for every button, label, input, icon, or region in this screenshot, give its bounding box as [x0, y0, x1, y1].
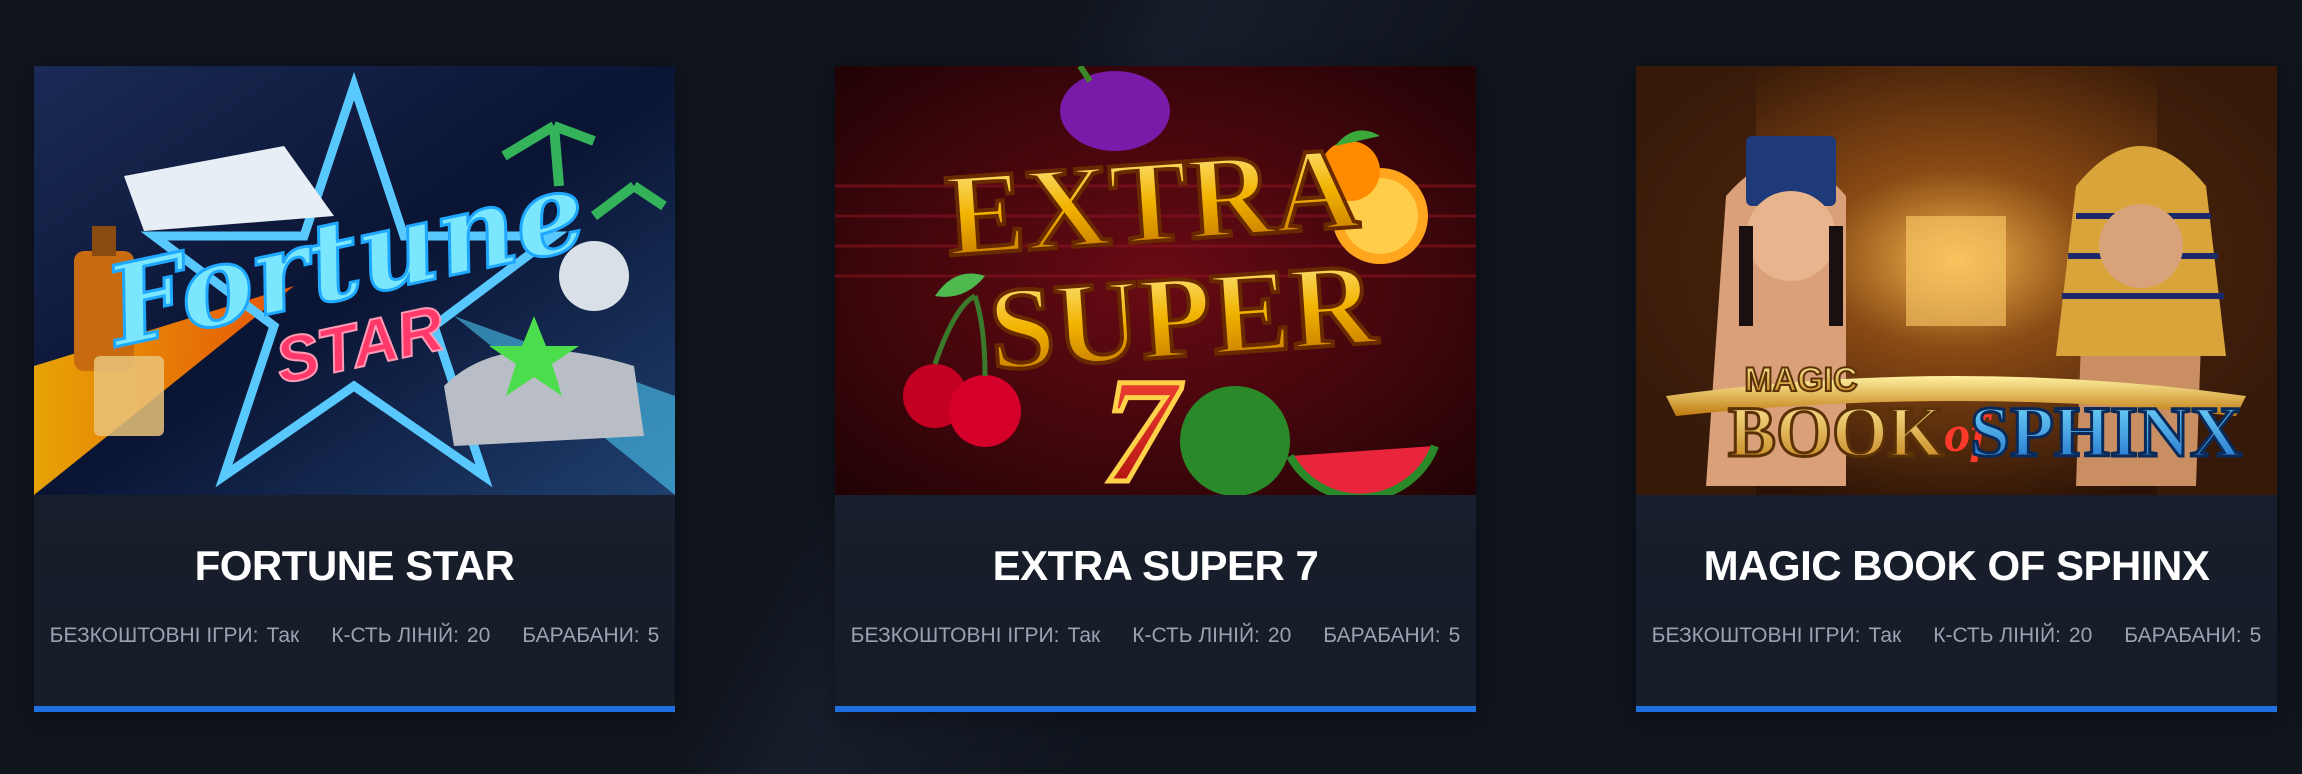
- meta-free-games: БЕЗКОШТОВНІ ІГРИ: Так: [34, 624, 315, 648]
- game-meta: БЕЗКОШТОВНІ ІГРИ: Так К-СТЬ ЛІНІЙ: 20 БАРА…: [1636, 623, 2277, 649]
- meta-free-games: БЕЗКОШТОВНІ ІГРИ: Так: [1636, 624, 1917, 648]
- meta-label: К-СТЬ ЛІНІЙ:: [1933, 624, 2061, 647]
- meta-value: 5: [1448, 624, 1461, 647]
- meta-label: К-СТЬ ЛІНІЙ:: [1132, 624, 1260, 647]
- game-card-magic-book-of-sphinx[interactable]: MAGIC BOOK of SPHINX MAGIC BOOK OF SPHIN…: [1636, 66, 2277, 712]
- meta-label: БАРАБАНИ:: [1323, 624, 1441, 647]
- art-logo-text: BOOK: [1728, 392, 1944, 472]
- art-logo-number: 7: [1103, 348, 1183, 495]
- meta-value: Так: [266, 624, 300, 647]
- meta-value: 20: [1267, 624, 1292, 647]
- meta-value: 20: [466, 624, 491, 647]
- meta-label: БАРАБАНИ:: [522, 624, 640, 647]
- card-accent-bar: [34, 706, 675, 712]
- game-meta: БЕЗКОШТОВНІ ІГРИ: Так К-СТЬ ЛІНІЙ: 20 БАРА…: [835, 623, 1476, 649]
- meta-free-games: БЕЗКОШТОВНІ ІГРИ: Так: [835, 624, 1116, 648]
- art-logo-subtext: SPHINX: [1970, 392, 2242, 472]
- game-title[interactable]: EXTRA SUPER 7: [835, 495, 1476, 601]
- game-title[interactable]: FORTUNE STAR: [34, 495, 675, 601]
- art-logo-subtext: SUPER: [985, 238, 1382, 396]
- game-card-extra-super-7[interactable]: EXTRA SUPER 7 EXTRA SUPER 7 БЕЗКОШТОВНІ …: [835, 66, 1476, 712]
- game-title[interactable]: MAGIC BOOK OF SPHINX: [1636, 495, 2277, 601]
- game-card-fortune-star[interactable]: Fortune STAR FORTUNE STAR БЕЗКОШТОВНІ ІГ…: [34, 66, 675, 712]
- card-accent-bar: [1636, 706, 2277, 712]
- meta-value: 5: [647, 624, 660, 647]
- meta-label: К-СТЬ ЛІНІЙ:: [331, 624, 459, 647]
- meta-label: БЕЗКОШТОВНІ ІГРИ:: [49, 624, 259, 647]
- card-accent-bar: [835, 706, 1476, 712]
- meta-value: Так: [1067, 624, 1101, 647]
- meta-reels: БАРАБАНИ: 5: [2108, 624, 2277, 648]
- meta-lines: К-СТЬ ЛІНІЙ: 20: [315, 624, 506, 648]
- meta-reels: БАРАБАНИ: 5: [1307, 624, 1476, 648]
- meta-reels: БАРАБАНИ: 5: [506, 624, 675, 648]
- meta-value: 5: [2249, 624, 2262, 647]
- game-meta: БЕЗКОШТОВНІ ІГРИ: Так К-СТЬ ЛІНІЙ: 20 БАРА…: [34, 623, 675, 649]
- game-thumbnail[interactable]: Fortune STAR: [34, 66, 675, 495]
- meta-label: БЕЗКОШТОВНІ ІГРИ:: [1651, 624, 1861, 647]
- games-grid: Fortune STAR FORTUNE STAR БЕЗКОШТОВНІ ІГ…: [34, 66, 2277, 712]
- meta-label: БАРАБАНИ:: [2124, 624, 2242, 647]
- game-thumbnail[interactable]: MAGIC BOOK of SPHINX: [1636, 66, 2277, 495]
- meta-value: Так: [1868, 624, 1902, 647]
- meta-lines: К-СТЬ ЛІНІЙ: 20: [1917, 624, 2108, 648]
- meta-value: 20: [2068, 624, 2093, 647]
- meta-label: БЕЗКОШТОВНІ ІГРИ:: [850, 624, 1060, 647]
- game-thumbnail[interactable]: EXTRA SUPER 7: [835, 66, 1476, 495]
- meta-lines: К-СТЬ ЛІНІЙ: 20: [1116, 624, 1307, 648]
